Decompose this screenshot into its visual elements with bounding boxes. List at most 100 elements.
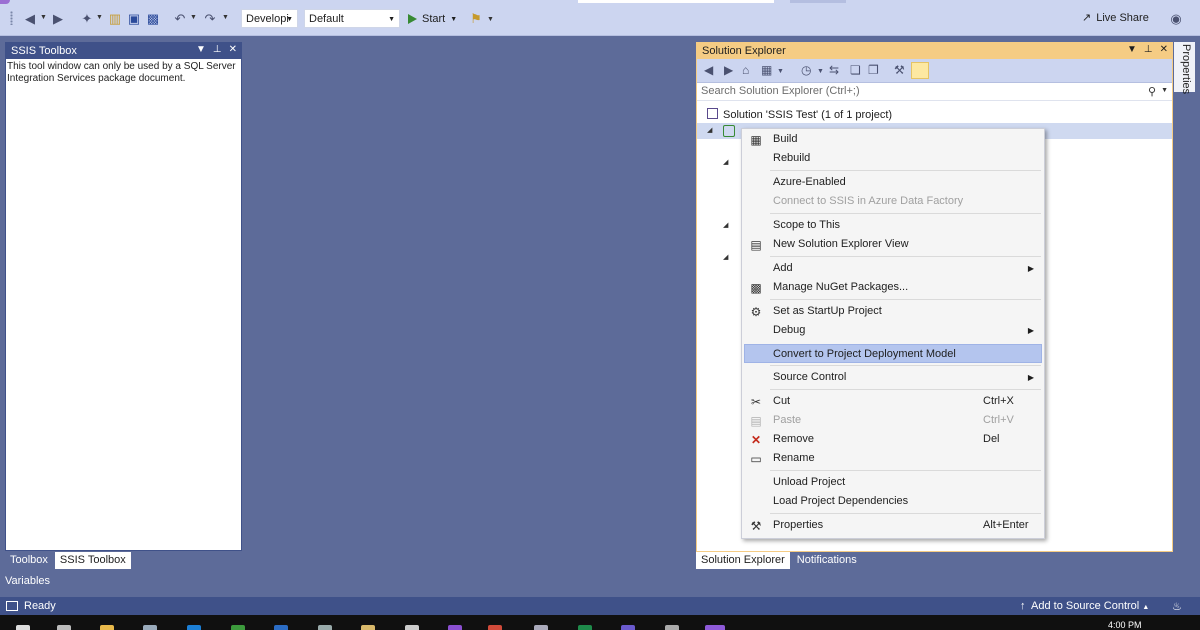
tab-solution-explorer[interactable]: Solution Explorer [696, 552, 790, 569]
app-icon[interactable] [231, 625, 245, 630]
toolbar-grip-icon[interactable] [10, 11, 13, 25]
properties-side-tab[interactable]: Properties [1180, 44, 1192, 94]
taskbar-clock[interactable]: 4:00 PM [1108, 620, 1142, 630]
find-icon[interactable]: ⚑ [468, 10, 484, 26]
menu-item-new-solution-explorer-view[interactable]: ▤ New Solution Explorer View [744, 235, 1042, 254]
chevron-down-icon[interactable]: ▼ [1161, 87, 1168, 94]
title-bar-tab[interactable] [790, 0, 846, 3]
app-icon[interactable] [318, 625, 332, 630]
menu-item-connect-ssis-azure[interactable]: Connect to SSIS in Azure Data Factory [744, 192, 1042, 211]
menu-item-label: Source Control [773, 371, 847, 383]
tab-notifications[interactable]: Notifications [791, 552, 862, 569]
new-dropdown-icon[interactable]: ▼ [96, 14, 103, 21]
tree-item-solution[interactable]: Solution 'SSIS Test' (1 of 1 project) [707, 107, 892, 123]
menu-item-build[interactable]: ▦ Build [744, 130, 1042, 149]
menu-item-convert-deployment-model[interactable]: Convert to Project Deployment Model [744, 344, 1042, 363]
menu-item-set-startup[interactable]: ⚙ Set as StartUp Project [744, 302, 1042, 321]
expand-triangle-icon[interactable]: ◢ [723, 253, 728, 261]
tab-toolbox[interactable]: Toolbox [5, 552, 53, 569]
sync-icon[interactable]: ⇆ [829, 64, 839, 76]
chevron-down-icon: ▼ [286, 16, 293, 23]
menu-item-source-control[interactable]: Source Control ▶ [744, 368, 1042, 387]
app-icon[interactable] [488, 625, 502, 630]
feedback-icon[interactable]: ◉ [1168, 10, 1184, 26]
panel-menu-icon[interactable]: ▼ [1127, 44, 1137, 55]
app-icon[interactable] [405, 625, 419, 630]
redo-dropdown-icon[interactable]: ▼ [222, 14, 229, 21]
configuration-combo[interactable]: Developi ▼ [241, 9, 298, 28]
redo-icon[interactable]: ↷ [202, 10, 218, 26]
menu-item-add[interactable]: Add ▶ [744, 259, 1042, 278]
app-icon[interactable] [665, 625, 679, 630]
menu-separator [770, 365, 1041, 366]
search-icon[interactable]: ⚲ [1148, 85, 1156, 98]
menu-item-debug[interactable]: Debug ▶ [744, 321, 1042, 340]
save-all-icon[interactable]: ▩ [145, 10, 161, 26]
toolbar-overflow-icon[interactable]: ▼ [487, 16, 494, 23]
file-explorer-icon[interactable] [100, 625, 114, 630]
menu-item-load-dependencies[interactable]: Load Project Dependencies [744, 492, 1042, 511]
solution-search-input[interactable]: Search Solution Explorer (Ctrl+;) ⚲ ▼ [697, 83, 1172, 101]
properties-icon[interactable]: ⚒ [894, 64, 905, 76]
close-icon[interactable]: ✕ [1160, 44, 1168, 55]
menu-item-azure-enabled[interactable]: Azure-Enabled [744, 173, 1042, 192]
pending-changes-icon[interactable]: ◷ [801, 64, 811, 76]
forward-icon[interactable]: ▶ [50, 10, 66, 26]
undo-dropdown-icon[interactable]: ▼ [190, 14, 197, 21]
back-icon[interactable]: ◀ [704, 64, 713, 76]
tab-ssis-toolbox[interactable]: SSIS Toolbox [54, 552, 131, 569]
switch-views-icon[interactable]: ▦ [761, 64, 772, 76]
start-button[interactable]: Start ▼ [408, 11, 457, 27]
store-icon[interactable] [143, 625, 157, 630]
task-view-icon[interactable] [57, 625, 71, 630]
back-dropdown-icon[interactable]: ▼ [40, 14, 47, 21]
menu-item-scope-to-this[interactable]: Scope to This [744, 216, 1042, 235]
variables-tab[interactable]: Variables [5, 575, 50, 587]
show-all-files-icon[interactable]: ❐ [868, 64, 879, 76]
start-menu-icon[interactable] [16, 625, 30, 630]
app-icon[interactable] [578, 625, 592, 630]
panel-menu-icon[interactable]: ▼ [196, 44, 206, 55]
home-icon[interactable]: ⌂ [742, 64, 749, 76]
live-share-button[interactable]: ↗ Live Share [1082, 11, 1149, 25]
back-icon[interactable]: ◀ [22, 10, 38, 26]
menu-item-rename[interactable]: ▭ Rename [744, 449, 1042, 468]
visual-studio-icon[interactable] [705, 625, 725, 630]
close-icon[interactable]: ✕ [229, 44, 237, 55]
add-to-source-control-button[interactable]: ↑ Add to Source Control ▲ [1020, 600, 1149, 612]
title-search-box[interactable] [578, 0, 774, 3]
preview-selected-icon[interactable] [911, 62, 929, 79]
platform-combo[interactable]: Default ▼ [304, 9, 400, 28]
scissors-icon: ✂ [750, 395, 762, 409]
notification-bell-icon[interactable]: ♨ [1172, 600, 1182, 613]
app-icon[interactable] [621, 625, 635, 630]
undo-icon[interactable]: ↶ [172, 10, 188, 26]
menu-item-cut[interactable]: ✂ Cut Ctrl+X [744, 392, 1042, 411]
menu-item-remove[interactable]: ✕ Remove Del [744, 430, 1042, 449]
collapse-all-icon[interactable]: ❏ [850, 64, 861, 76]
app-icon[interactable] [361, 625, 375, 630]
menu-item-shortcut: Alt+Enter [983, 519, 1029, 531]
pin-icon[interactable]: ⊥ [213, 44, 222, 55]
expand-triangle-icon[interactable]: ◢ [723, 158, 728, 166]
menu-item-paste[interactable]: ▤ Paste Ctrl+V [744, 411, 1042, 430]
chevron-down-icon[interactable]: ▼ [777, 68, 784, 75]
edge-icon[interactable] [187, 625, 201, 630]
expand-triangle-icon[interactable]: ◢ [707, 123, 712, 139]
menu-item-rebuild[interactable]: Rebuild [744, 149, 1042, 168]
app-icon[interactable] [448, 625, 462, 630]
menu-item-properties[interactable]: ⚒ Properties Alt+Enter [744, 516, 1042, 535]
menu-item-unload-project[interactable]: Unload Project [744, 473, 1042, 492]
chevron-down-icon[interactable]: ▼ [817, 68, 824, 75]
open-icon[interactable]: ▥ [107, 10, 123, 26]
configuration-value: Developi [246, 13, 289, 25]
expand-triangle-icon[interactable]: ◢ [723, 221, 728, 229]
save-icon[interactable]: ▣ [126, 10, 142, 26]
app-icon[interactable] [274, 625, 288, 630]
chevron-down-icon[interactable]: ▼ [450, 16, 457, 23]
app-icon[interactable] [534, 625, 548, 630]
pin-icon[interactable]: ⊥ [1144, 44, 1153, 55]
forward-icon[interactable]: ▶ [724, 64, 733, 76]
new-project-icon[interactable]: ✦ [79, 10, 95, 26]
menu-item-manage-nuget[interactable]: ▩ Manage NuGet Packages... [744, 278, 1042, 297]
